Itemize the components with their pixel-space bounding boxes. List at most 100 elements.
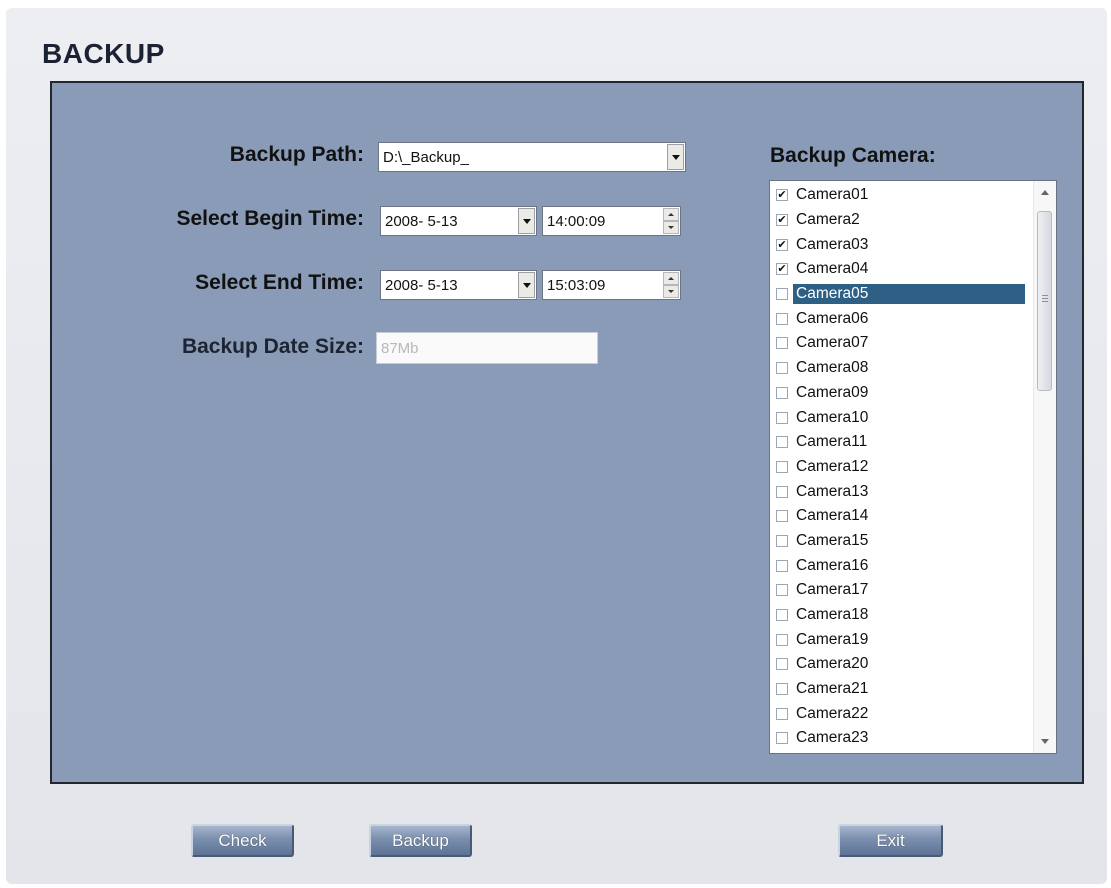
camera-label: Camera12 bbox=[796, 457, 869, 475]
camera-list-item[interactable]: Camera12 bbox=[770, 455, 1025, 480]
camera-list-item[interactable]: Camera05 bbox=[770, 282, 1025, 307]
camera-label: Camera22 bbox=[796, 704, 869, 722]
camera-list-item[interactable]: Camera18 bbox=[770, 603, 1025, 628]
check-button[interactable]: Check bbox=[191, 824, 294, 857]
camera-list-item[interactable]: Camera19 bbox=[770, 627, 1025, 652]
camera-checkbox[interactable]: ✔ bbox=[776, 189, 788, 202]
backup-size-label: Backup Date Size: bbox=[181, 335, 364, 358]
camera-checkbox[interactable] bbox=[776, 362, 788, 375]
scroll-up-icon[interactable] bbox=[1041, 190, 1049, 195]
begin-date-value: 2008- 5-13 bbox=[385, 212, 458, 230]
camera-label: Camera11 bbox=[796, 433, 868, 451]
time-stepper[interactable] bbox=[663, 208, 679, 234]
spin-up-icon[interactable] bbox=[663, 208, 679, 221]
camera-list-item[interactable]: Camera14 bbox=[770, 504, 1025, 529]
camera-list-item[interactable]: Camera06 bbox=[770, 306, 1025, 331]
camera-label: Camera04 bbox=[796, 260, 869, 278]
end-time-label: Select End Time: bbox=[195, 271, 364, 294]
camera-label: Camera10 bbox=[796, 408, 869, 426]
time-stepper[interactable] bbox=[663, 272, 679, 298]
camera-checkbox[interactable] bbox=[776, 510, 788, 523]
scroll-down-icon[interactable] bbox=[1041, 739, 1049, 744]
camera-checkbox[interactable]: ✔ bbox=[776, 263, 788, 276]
camera-checkbox[interactable]: ✔ bbox=[776, 214, 788, 227]
camera-list[interactable]: ✔ Camera01 ✔ Camera2 ✔ Camera03 ✔ Camera04 Camer… bbox=[769, 180, 1057, 754]
camera-checkbox[interactable] bbox=[776, 337, 788, 350]
camera-label: Camera07 bbox=[796, 334, 869, 352]
camera-label: Camera15 bbox=[796, 531, 869, 549]
camera-checkbox[interactable] bbox=[776, 312, 788, 325]
backup-path-label: Backup Path: bbox=[229, 143, 364, 166]
camera-list-item[interactable]: Camera21 bbox=[770, 677, 1025, 702]
camera-list-item[interactable]: Camera23 bbox=[770, 726, 1025, 751]
camera-checkbox[interactable] bbox=[776, 683, 788, 696]
camera-label: Camera18 bbox=[796, 606, 869, 624]
camera-label: Camera23 bbox=[796, 729, 869, 747]
camera-label: Camera01 bbox=[796, 186, 869, 204]
end-time-spinner[interactable]: 15:03:09 bbox=[542, 270, 681, 300]
begin-time-value: 14:00:09 bbox=[547, 212, 606, 230]
camera-list-item[interactable]: ✔ Camera03 bbox=[770, 232, 1025, 257]
camera-checkbox[interactable] bbox=[776, 609, 788, 622]
camera-label: Camera03 bbox=[796, 235, 869, 253]
backup-button[interactable]: Backup bbox=[369, 824, 472, 857]
begin-date-picker[interactable]: 2008- 5-13 bbox=[380, 206, 537, 236]
camera-list-item[interactable]: Camera24 bbox=[770, 751, 1025, 754]
camera-checkbox[interactable] bbox=[776, 411, 788, 424]
spin-down-icon[interactable] bbox=[663, 285, 679, 298]
camera-checkbox[interactable] bbox=[776, 707, 788, 720]
camera-list-item[interactable]: Camera20 bbox=[770, 652, 1025, 677]
camera-label: Camera14 bbox=[796, 507, 869, 525]
camera-list-item[interactable]: Camera16 bbox=[770, 553, 1025, 578]
camera-label: Camera2 bbox=[796, 211, 860, 229]
camera-list-item[interactable]: Camera15 bbox=[770, 529, 1025, 554]
camera-checkbox[interactable] bbox=[776, 559, 788, 572]
camera-list-rows: ✔ Camera01 ✔ Camera2 ✔ Camera03 ✔ Camera04 Camer… bbox=[770, 183, 1025, 754]
camera-list-item[interactable]: Camera10 bbox=[770, 405, 1025, 430]
end-date-picker[interactable]: 2008- 5-13 bbox=[380, 270, 537, 300]
camera-list-item[interactable]: Camera13 bbox=[770, 479, 1025, 504]
chevron-down-icon[interactable] bbox=[667, 144, 684, 170]
camera-list-item[interactable]: Camera22 bbox=[770, 701, 1025, 726]
camera-checkbox[interactable]: ✔ bbox=[776, 238, 788, 251]
camera-checkbox[interactable] bbox=[776, 436, 788, 449]
camera-list-item[interactable]: Camera08 bbox=[770, 356, 1025, 381]
chevron-down-icon[interactable] bbox=[518, 272, 535, 298]
camera-label: Camera08 bbox=[796, 359, 869, 377]
camera-list-item[interactable]: Camera11 bbox=[770, 430, 1025, 455]
scroll-thumb[interactable] bbox=[1037, 211, 1052, 391]
camera-list-item[interactable]: Camera09 bbox=[770, 381, 1025, 406]
camera-label: Camera17 bbox=[796, 581, 869, 599]
camera-checkbox[interactable] bbox=[776, 633, 788, 646]
camera-label: Camera05 bbox=[793, 284, 1025, 305]
camera-label: Camera24 bbox=[793, 753, 1025, 754]
backup-path-select[interactable]: D:\_Backup_ bbox=[378, 142, 686, 172]
begin-time-spinner[interactable]: 14:00:09 bbox=[542, 206, 681, 236]
camera-label: Camera06 bbox=[796, 309, 869, 327]
exit-button[interactable]: Exit bbox=[838, 824, 943, 857]
backup-size-value: 87Mb bbox=[381, 339, 419, 357]
camera-list-item[interactable]: ✔ Camera04 bbox=[770, 257, 1025, 282]
camera-checkbox[interactable] bbox=[776, 732, 788, 745]
camera-checkbox[interactable] bbox=[776, 386, 788, 399]
grip-icon bbox=[1042, 295, 1048, 304]
camera-checkbox[interactable] bbox=[776, 584, 788, 597]
camera-list-scrollbar[interactable] bbox=[1033, 181, 1056, 753]
camera-list-item[interactable]: Camera07 bbox=[770, 331, 1025, 356]
camera-list-item[interactable]: Camera17 bbox=[770, 578, 1025, 603]
camera-checkbox[interactable] bbox=[776, 534, 788, 547]
chevron-down-icon[interactable] bbox=[518, 208, 535, 234]
camera-list-item[interactable]: ✔ Camera2 bbox=[770, 208, 1025, 233]
camera-label: Camera19 bbox=[796, 630, 869, 648]
camera-checkbox[interactable] bbox=[776, 485, 788, 498]
camera-list-item[interactable]: ✔ Camera01 bbox=[770, 183, 1025, 208]
camera-checkbox[interactable] bbox=[776, 460, 788, 473]
camera-label: Camera09 bbox=[796, 383, 869, 401]
spin-up-icon[interactable] bbox=[663, 272, 679, 285]
begin-time-label: Select Begin Time: bbox=[176, 207, 364, 230]
camera-checkbox[interactable] bbox=[776, 288, 788, 301]
spin-down-icon[interactable] bbox=[663, 221, 679, 234]
end-time-value: 15:03:09 bbox=[547, 276, 606, 294]
camera-checkbox[interactable] bbox=[776, 658, 788, 671]
backup-window: BACKUP Backup Path: D:\_Backup_ Select B… bbox=[6, 8, 1107, 884]
